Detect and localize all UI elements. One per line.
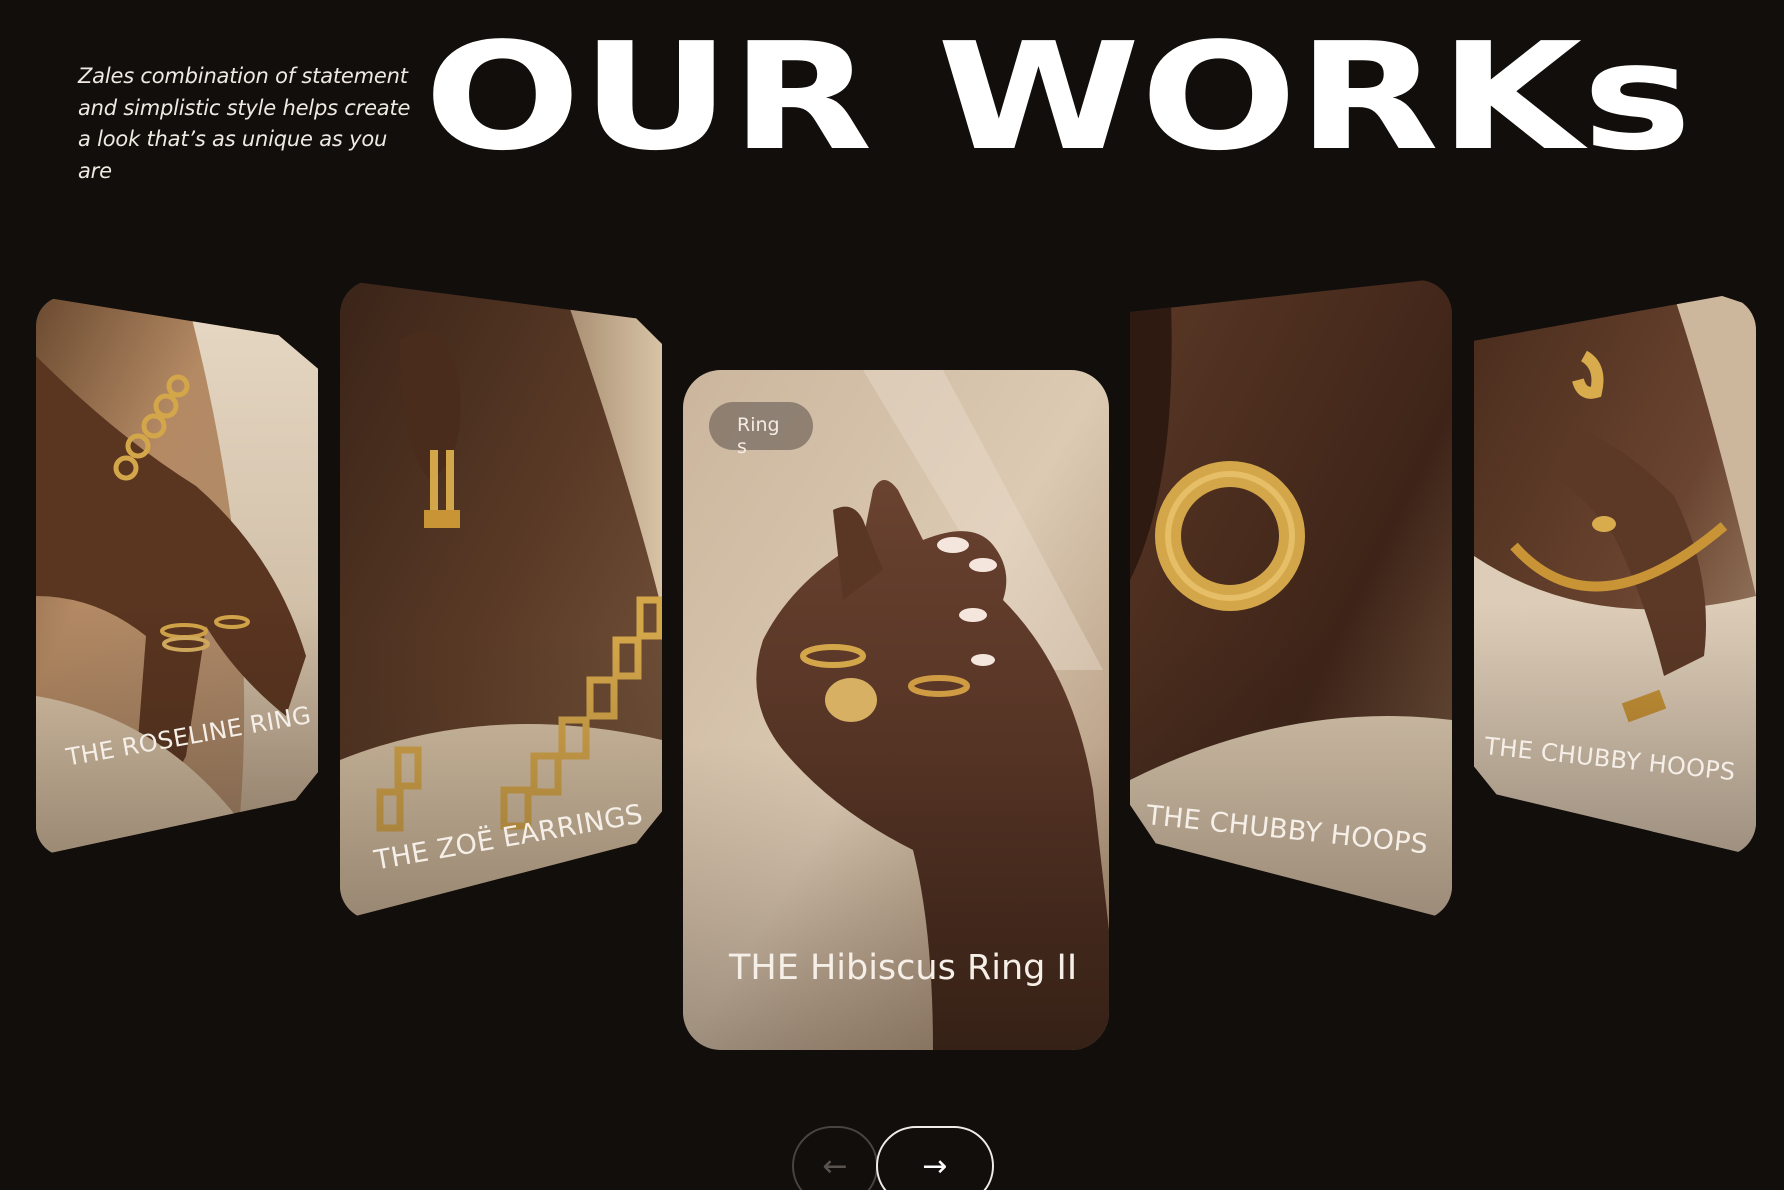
prev-button[interactable]: ← [792,1126,878,1190]
card-shade [36,296,318,856]
category-tag[interactable]: Rings [709,402,813,458]
work-card[interactable]: THE CHUBBY HOOPS [1130,280,1452,920]
arrow-left-icon: ← [822,1148,848,1184]
works-carousel: THE ROSELINE RING THE ZOË EARRINGS Rings… [0,0,1784,1190]
carousel-nav: ← → [792,1126,1022,1190]
arrow-right-icon: → [922,1148,948,1184]
card-title: THE Hibiscus Ring II [729,948,1078,988]
next-button[interactable]: → [876,1126,994,1190]
work-card[interactable]: THE ROSELINE RING [36,296,318,856]
category-tag-label: Rings [737,414,780,458]
work-card[interactable]: THE CHUBBY HOOPS [1474,296,1756,856]
work-card[interactable]: THE ZOË EARRINGS [340,280,662,920]
work-card-active[interactable]: Rings THE Hibiscus Ring II [683,370,1109,1050]
